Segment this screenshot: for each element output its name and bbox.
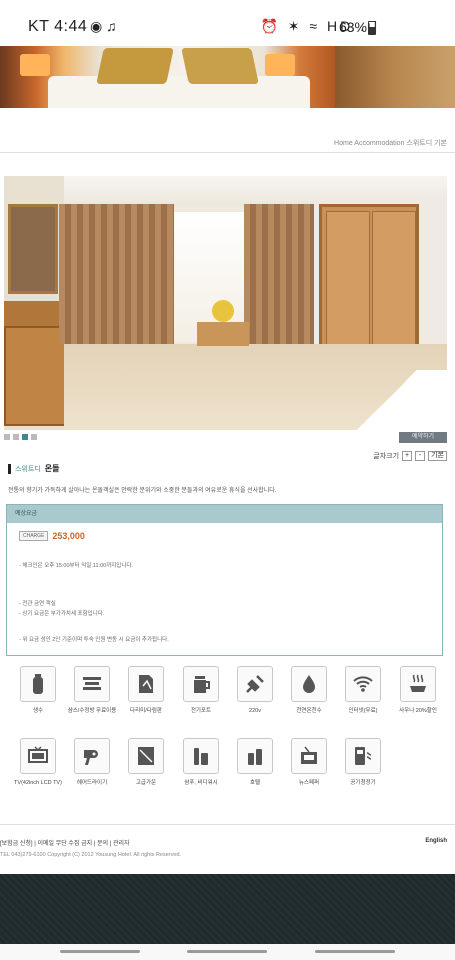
slider-dot-active[interactable] [22, 434, 28, 440]
amenity-item: 고급가운 [120, 738, 172, 787]
footer-links[interactable]: [보험금 신청] | 이메일 무단 수집 금지 | 문의 | 관리자 [0, 838, 130, 847]
battery-text: 63% [338, 19, 367, 35]
amenity-item: 뉴스페퍼 [283, 738, 335, 787]
room-name: 온돌 [44, 464, 60, 473]
english-link[interactable]: English [425, 838, 447, 844]
water-bottle-icon [20, 666, 56, 702]
font-increase-button[interactable]: + [402, 451, 413, 461]
back-button[interactable] [315, 950, 395, 953]
slider-dot[interactable] [4, 434, 10, 440]
closet-icon [128, 738, 164, 774]
kettle-icon [183, 666, 219, 702]
reservation-note: - 전관 금연 객실 [19, 601, 56, 607]
font-decrease-button[interactable]: - [415, 451, 426, 461]
reserve-button[interactable]: 예약하기 [399, 432, 447, 443]
hairdryer-icon [128, 666, 164, 702]
amenity-item: 샴푸, 비디워시 [175, 738, 227, 787]
status-bar: KT 4:44 ◉ ♫ ⏰ ✶ ≈ HD .ıl 63% [0, 0, 455, 46]
dryer-icon [74, 738, 110, 774]
wifi-icon [345, 666, 381, 702]
radio-icon [291, 738, 327, 774]
reservation-note: - 상기 요금은 부가가치세 포함입니다. [19, 611, 105, 617]
room-category: 스위트디 [15, 465, 41, 473]
room-title: 스위트디 온돌 [8, 463, 60, 474]
room-description: 전통의 향기가 가득하게 살아나는 온돌객실은 안락한 분위기와 소중한 분들과… [8, 488, 277, 494]
charge-badge: CHARGE [19, 531, 49, 541]
breadcrumb: Home Accommodation 스위트디 기본 [334, 140, 447, 147]
divider [0, 152, 455, 153]
slider-dot[interactable] [31, 434, 37, 440]
amenity-item: 공기청정기 [337, 738, 389, 787]
notification-icons: ◉ ♫ [90, 18, 117, 34]
tv-icon [20, 738, 56, 774]
amenity-item: 천연온천수 [283, 666, 335, 715]
system-navigation-bar [0, 944, 455, 960]
slider-dots [4, 434, 37, 440]
divider [0, 824, 455, 825]
dark-footer-band [0, 874, 455, 944]
header-banner-image [0, 46, 455, 108]
plug-icon [237, 666, 273, 702]
bottles-icon [237, 738, 273, 774]
amenity-item: 샴스/수정방 무료이용 [66, 666, 118, 715]
water-drop-icon [291, 666, 327, 702]
font-default-button[interactable]: 기본 [428, 451, 447, 461]
reservation-note: - 체크인은 오후 15:00부터 익일 11:00까지입니다. [19, 563, 134, 569]
charge-row: CHARGE 253,000 [19, 531, 85, 541]
amenity-item: TV(42inch LCD TV) [12, 738, 64, 787]
reservation-header: 예상요금 [7, 505, 442, 523]
amenity-item: 전기포트 [175, 666, 227, 715]
slider-dot[interactable] [13, 434, 19, 440]
sauna-icon [400, 666, 436, 702]
toiletries-icon [183, 738, 219, 774]
towel-icon [74, 666, 110, 702]
reservation-info-box: 예상요금 CHARGE 253,000 - 체크인은 오후 15:00부터 익일… [6, 504, 443, 656]
amenity-item: 헤어드라이기 [66, 738, 118, 787]
carrier-time: KT 4:44 [28, 18, 88, 35]
reservation-note: - 위 요금 성인 2인 기준이며 투숙 인원 변동 시 요금이 추가됩니다. [19, 637, 169, 643]
amenity-item: 호텔 [229, 738, 281, 787]
amenity-item: 인터넷(무료) [337, 666, 389, 715]
amenity-item: 다리미/다림판 [120, 666, 172, 715]
font-size-controls: 글자크기 + - 기본 [373, 451, 447, 461]
charge-price: 253,000 [52, 531, 85, 541]
amenity-item: 220v [229, 666, 281, 715]
air-purifier-icon [345, 738, 381, 774]
copyright: TEL 043)279-6100 Copyright (C) 2012 Yous… [0, 852, 182, 858]
home-button[interactable] [187, 950, 267, 953]
amenity-item: 생수 [12, 666, 64, 715]
room-photo[interactable] [4, 176, 447, 430]
font-size-label: 글자크기 [373, 453, 400, 460]
battery-icon [368, 21, 376, 35]
amenity-item: 사우나 20%할인 [392, 666, 444, 715]
recent-apps-button[interactable] [60, 950, 140, 953]
